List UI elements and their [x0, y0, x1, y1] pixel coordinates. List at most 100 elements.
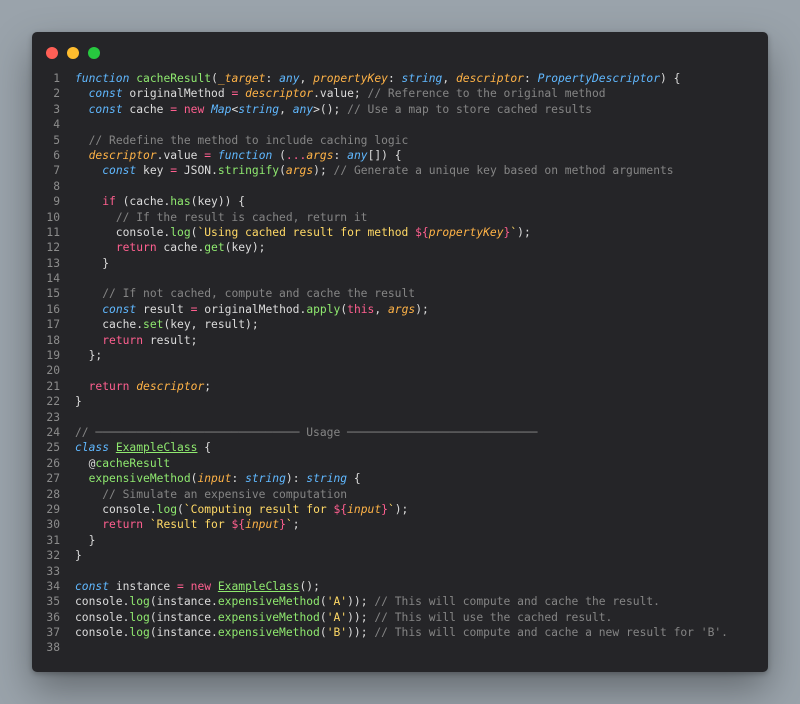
line-number: 29 — [46, 502, 60, 516]
code-token: return — [115, 241, 157, 255]
line-number: 1 — [53, 72, 60, 85]
line-number: 19 — [46, 349, 60, 363]
line-number: 7 — [53, 164, 60, 178]
code-token: ; — [292, 518, 300, 532]
code-token: }; — [88, 349, 103, 363]
line-number: 9 — [53, 195, 60, 209]
code-token: // ────────────────────────────── Usage … — [75, 425, 538, 439]
line-number: 31 — [46, 533, 60, 547]
code-token: ; — [190, 333, 198, 347]
line-number: 10 — [46, 210, 60, 224]
code-token: (key); — [224, 241, 266, 255]
code-token: console — [75, 626, 123, 640]
code-token: []) { — [367, 148, 402, 162]
code-text: return cache.get(key); — [60, 240, 266, 255]
code-token: (instance. — [149, 610, 218, 624]
code-line: 28 // Simulate an expensive computation — [32, 487, 768, 502]
line-number: 24 — [46, 425, 60, 439]
code-token: ` — [285, 518, 293, 532]
line-number: 3 — [53, 102, 60, 116]
line-number: 37 — [46, 626, 60, 640]
minimize-button[interactable] — [67, 47, 79, 59]
code-token: input — [245, 518, 280, 532]
code-token: ( — [272, 148, 286, 162]
code-token: , — [299, 72, 314, 85]
code-line: 16 const result = originalMethod.apply(t… — [32, 302, 768, 317]
code-token: )); — [347, 595, 368, 609]
code-token: `Result for — [149, 518, 232, 532]
code-window: 1 function cacheResult(_target: any, prop… — [32, 32, 768, 672]
code-text: return `Result for ${input}`; — [60, 517, 300, 532]
code-token: instance — [109, 579, 178, 593]
code-line: 15 // If not cached, compute and cache t… — [32, 286, 768, 301]
code-token: function — [217, 148, 273, 162]
code-token: log — [129, 610, 150, 624]
code-text: @cacheResult — [60, 456, 171, 471]
code-token: ( — [177, 502, 184, 516]
code-token: expensiveMethod — [217, 610, 320, 624]
code-token: expensiveMethod — [217, 626, 320, 640]
code-token: ` — [387, 502, 395, 516]
code-token: function — [75, 72, 130, 85]
code-token: ; — [204, 379, 212, 393]
code-line: 25 class ExampleClass { — [32, 440, 768, 455]
code-token: ); — [517, 225, 531, 239]
code-line: 32} — [32, 548, 768, 563]
code-token: cacheResult — [136, 72, 212, 85]
code-token: descriptor — [136, 379, 205, 393]
code-token: if — [102, 195, 116, 209]
code-token: console — [75, 502, 150, 516]
code-text: // Redefine the method to include cachin… — [60, 133, 409, 148]
code-line: 35 console.log(instance.expensiveMethod('… — [32, 594, 768, 609]
code-token: JSON — [177, 164, 212, 178]
code-token: (instance. — [149, 626, 218, 640]
code-token: { — [353, 472, 361, 486]
maximize-button[interactable] — [88, 47, 100, 59]
code-token: log — [170, 225, 191, 239]
code-line: 7 const key = JSON.stringify(args); // G… — [32, 163, 768, 178]
code-token: ${ — [231, 518, 246, 532]
code-token: } — [75, 395, 82, 409]
code-token: const — [88, 102, 123, 116]
code-line: 8 — [32, 179, 768, 194]
code-text: const key = JSON.stringify(args); // Gen… — [60, 163, 673, 178]
code-line: 27 expensiveMethod(input: string): strin… — [32, 471, 768, 486]
code-text: console.log(instance.expensiveMethod('A'… — [60, 610, 612, 625]
line-number: 2 — [53, 87, 60, 101]
code-token: (instance. — [149, 595, 218, 609]
code-token: get — [204, 241, 225, 255]
close-button[interactable] — [46, 47, 58, 59]
code-token: ( — [279, 164, 286, 178]
code-text: console.log(`Using cached result for met… — [60, 225, 531, 240]
code-token: const — [88, 87, 123, 101]
line-number: 33 — [46, 564, 60, 578]
code-token: : — [265, 72, 280, 85]
line-number: 20 — [46, 364, 60, 378]
code-text: }; — [60, 348, 103, 363]
code-token: ${ — [333, 502, 348, 516]
code-token: log — [156, 502, 178, 516]
code-text: return descriptor; — [60, 379, 211, 394]
code-token: descriptor — [455, 72, 524, 85]
code-line: 24 // ────────────────────────────── Usag… — [32, 425, 768, 440]
code-token: 'A' — [326, 610, 348, 624]
code-line: 6 descriptor.value = function (...args: … — [32, 148, 768, 163]
code-line: 3 const cache = new Map<string, any>(); … — [32, 102, 768, 117]
code-token: const — [102, 164, 137, 178]
line-number: 34 — [46, 579, 60, 593]
code-line: 17 cache.set(key, result); — [32, 317, 768, 332]
code-line: 19 }; — [32, 348, 768, 363]
code-token: : — [523, 72, 538, 85]
